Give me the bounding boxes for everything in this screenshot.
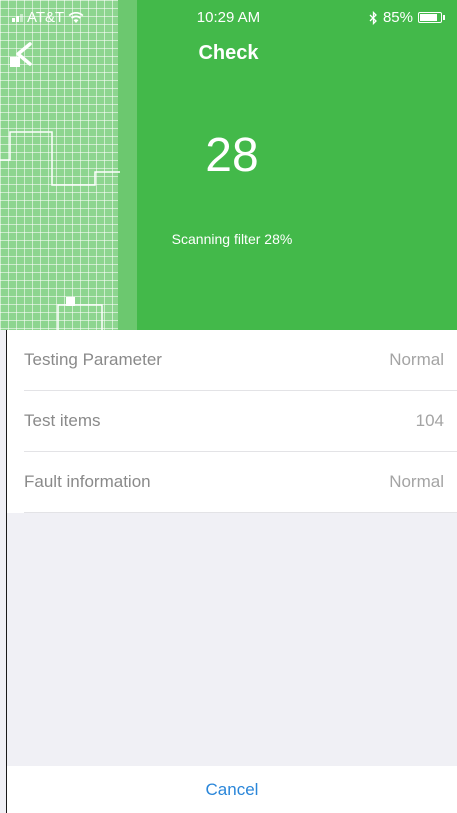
bluetooth-icon — [369, 10, 377, 25]
row-label: Test items — [24, 411, 101, 430]
row-label: Fault information — [24, 472, 151, 491]
cancel-bar: Cancel — [7, 766, 457, 813]
progress-number: 28 — [205, 129, 259, 182]
check-header: AT&T 10:29 AM 85% Check 28 Scanning filt… — [0, 0, 457, 330]
battery-nub — [443, 15, 445, 20]
list-item: Test items 104 — [24, 391, 457, 452]
row-label: Testing Parameter — [24, 350, 162, 369]
battery-group: 85% — [369, 9, 445, 26]
scan-status-text: Scanning filter 28% — [171, 231, 293, 247]
battery-percent: 85% — [382, 9, 413, 26]
battery-icon — [418, 12, 442, 23]
check-results-list: Testing Parameter Normal Test items 104 … — [7, 330, 457, 513]
row-value: Normal — [389, 350, 444, 369]
row-value: Normal — [389, 472, 444, 491]
cancel-button[interactable]: Cancel — [206, 780, 259, 800]
row-value: 104 — [415, 411, 444, 430]
list-item: Testing Parameter Normal — [24, 330, 457, 391]
page-title: Check — [198, 42, 259, 64]
status-bar: AT&T 10:29 AM 85% — [0, 0, 457, 36]
list-item: Fault information Normal — [24, 452, 457, 513]
